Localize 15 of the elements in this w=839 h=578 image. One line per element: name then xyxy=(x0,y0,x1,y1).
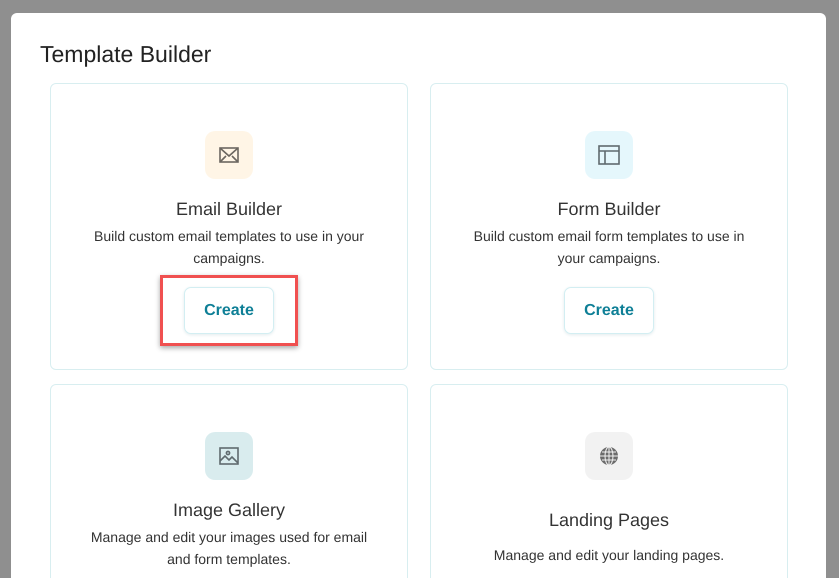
card-title: Email Builder xyxy=(176,198,282,221)
layout-icon xyxy=(598,145,620,165)
card-title: Landing Pages xyxy=(548,509,670,532)
image-icon xyxy=(219,447,239,465)
create-button[interactable]: Create xyxy=(184,287,274,334)
globe-icon xyxy=(599,446,619,466)
card-description: Build custom email templates to use in your campaigns. xyxy=(92,227,365,268)
card-description: Build custom email form templates to use in your campaigns. xyxy=(472,227,746,268)
card-title: Image Gallery xyxy=(172,499,286,522)
dialog-title: Template Builder xyxy=(40,40,212,69)
card-title: Form Builder xyxy=(557,198,661,221)
create-button[interactable]: Create xyxy=(564,287,654,334)
envelope-icon xyxy=(219,147,239,163)
card-description: Manage and edit your images used for email and form templates. xyxy=(90,528,368,569)
card-description: Manage and edit your landing pages. xyxy=(494,546,724,565)
